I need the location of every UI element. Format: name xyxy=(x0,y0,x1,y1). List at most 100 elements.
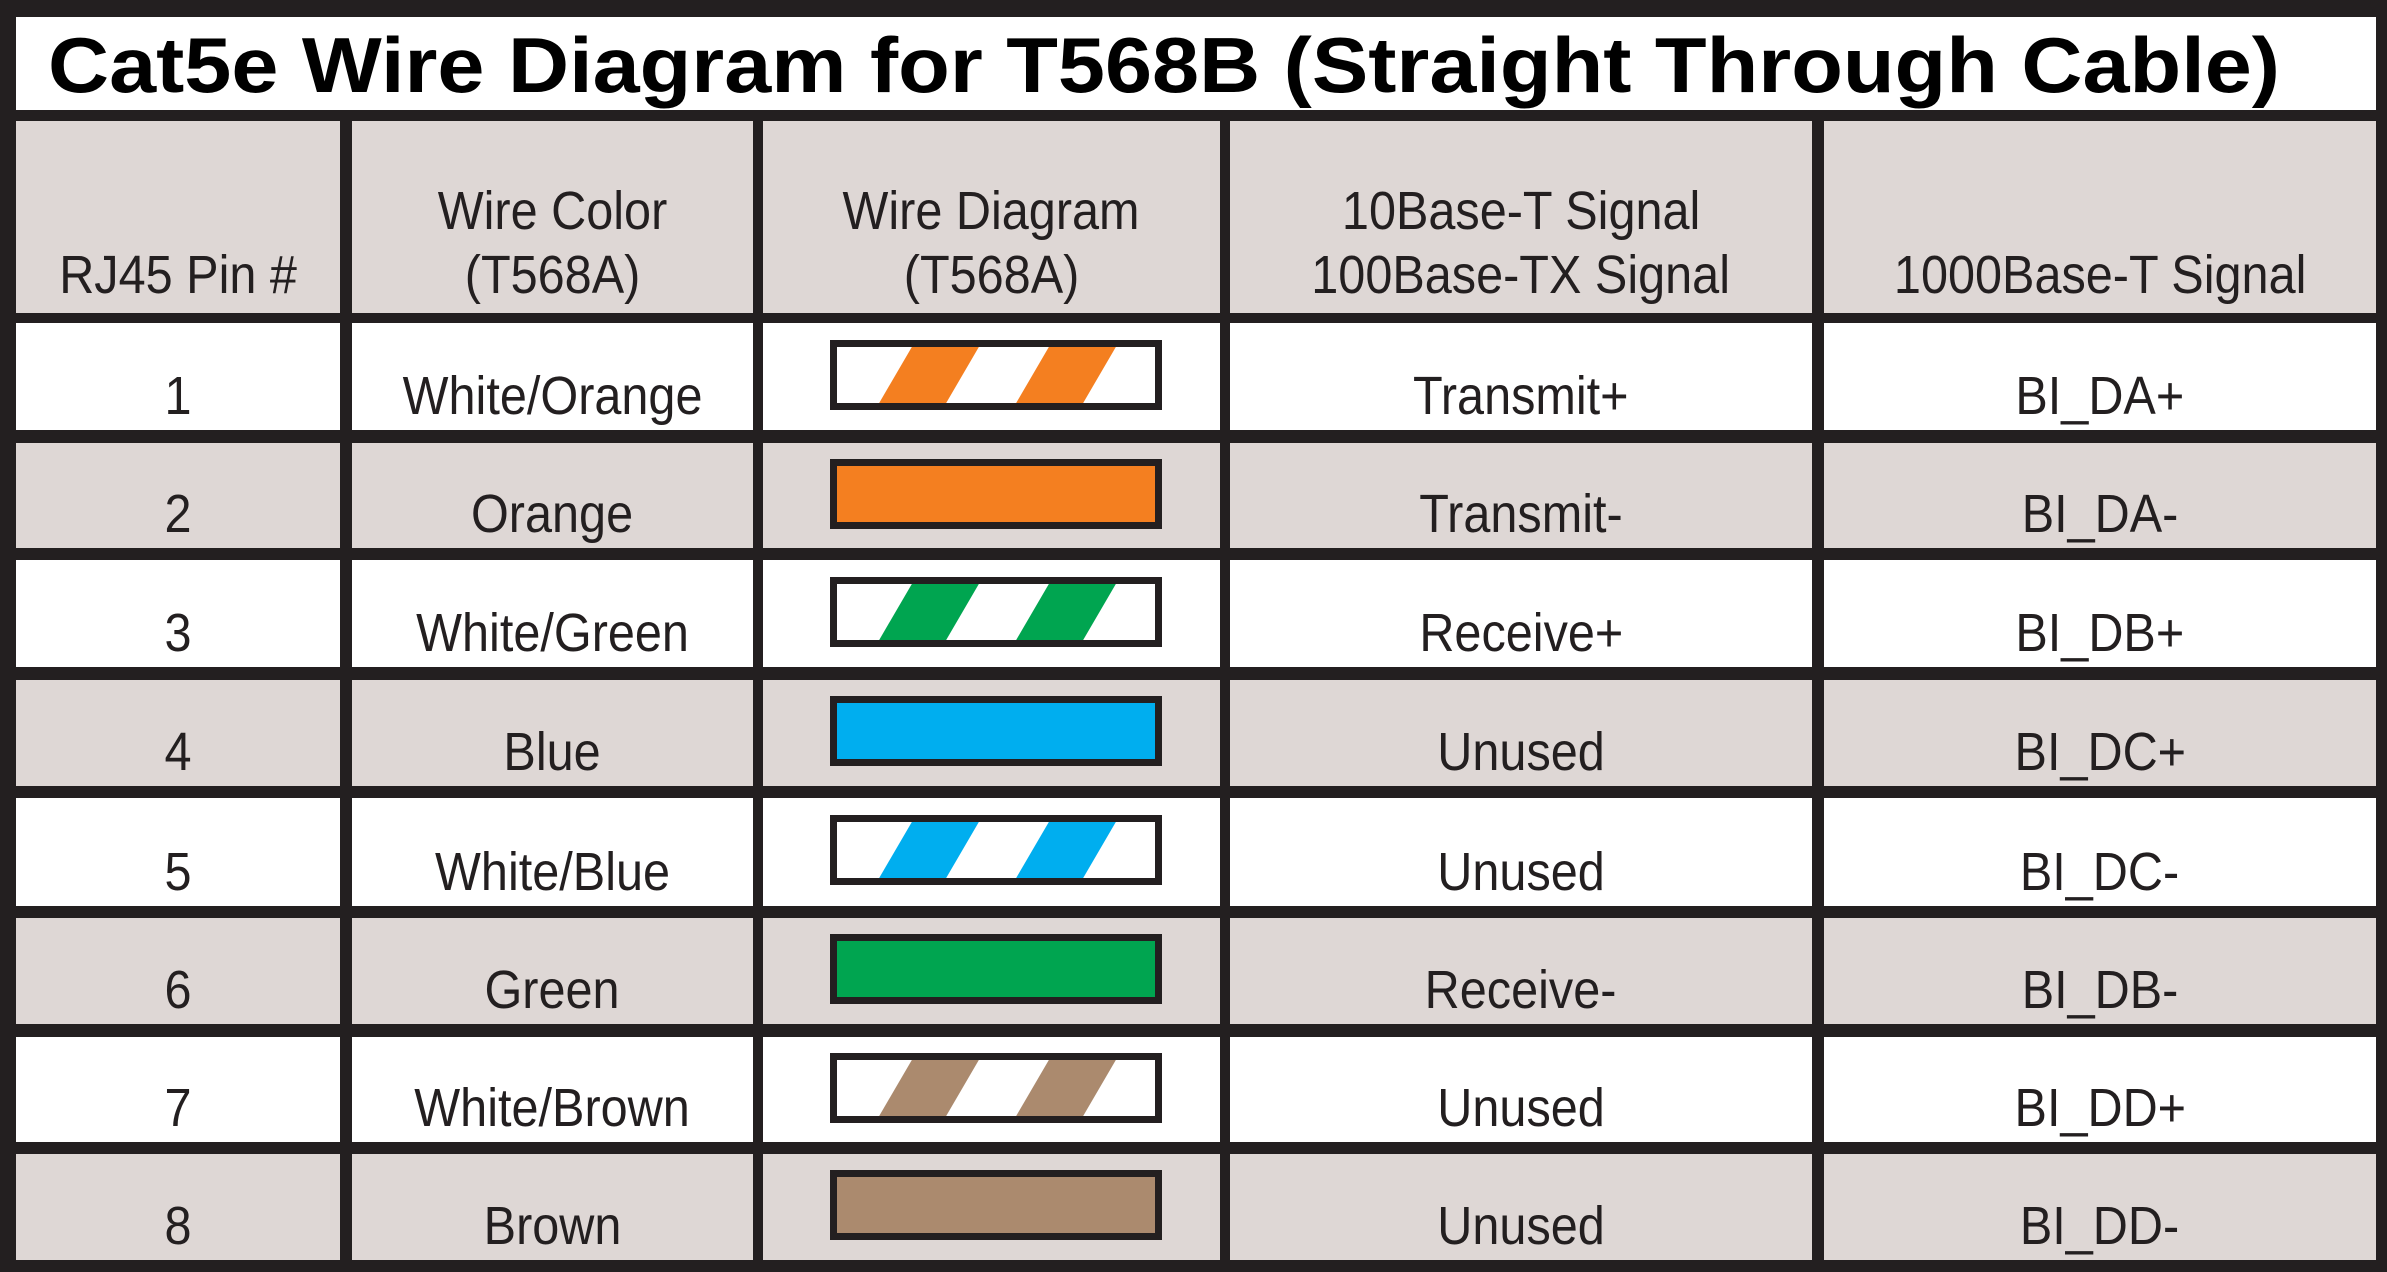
signal-1000-label-text: BI_DD+ xyxy=(2014,1078,2186,1138)
wire-orange-icon xyxy=(830,459,1162,529)
wire-fill xyxy=(835,464,1157,524)
cell-signal-10-100: Receive- xyxy=(1230,918,1812,1024)
signal-10-100-label-text: Receive+ xyxy=(1419,603,1623,663)
signal-1000-label-text: BI_DB+ xyxy=(2015,603,2185,663)
header-line: Wire Diagram xyxy=(842,181,1141,241)
signal-10-100-label-text: Transmit+ xyxy=(1413,366,1629,426)
pin-number: 1 xyxy=(16,364,340,428)
signal-10-100-label: Unused xyxy=(1230,1076,1812,1140)
cell-signal-1000: BI_DA+ xyxy=(1824,323,2376,430)
signal-10-100-label-text: Unused xyxy=(1437,722,1605,782)
header-cell-color: Wire Color (T568A) xyxy=(352,121,753,313)
cell-wire-diagram xyxy=(763,323,1220,430)
header-line: RJ45 Pin # xyxy=(59,245,297,305)
cell-wire-diagram xyxy=(763,918,1220,1024)
signal-10-100-label: Transmit+ xyxy=(1230,364,1812,428)
signal-1000-label-text: BI_DA- xyxy=(2021,484,2179,544)
header-line: (T568A) xyxy=(464,245,641,305)
wire-white-green-icon xyxy=(830,577,1162,647)
page-title: Cat5e Wire Diagram for T568B (Straight T… xyxy=(48,21,2280,109)
cell-pin: 1 xyxy=(16,323,340,430)
cell-signal-10-100: Unused xyxy=(1230,1037,1812,1142)
pin-number: 6 xyxy=(16,958,340,1022)
signal-1000-label: BI_DB+ xyxy=(1824,601,2376,665)
header-line: 10Base-T Signal xyxy=(1341,181,1701,241)
cell-signal-1000: BI_DA- xyxy=(1824,443,2376,548)
cell-wire-color: Brown xyxy=(352,1154,753,1260)
signal-10-100-label-text: Unused xyxy=(1437,842,1605,902)
wire-green-icon xyxy=(830,934,1162,1004)
cell-wire-diagram xyxy=(763,560,1220,667)
signal-10-100-label-text: Receive- xyxy=(1425,960,1617,1020)
header-line: (T568A) xyxy=(903,245,1080,305)
cell-signal-1000: BI_DC+ xyxy=(1824,680,2376,786)
signal-1000-label-text: BI_DD- xyxy=(2020,1196,2180,1256)
pin-number-text: 6 xyxy=(164,960,192,1020)
pin-number: 3 xyxy=(16,601,340,665)
cell-signal-10-100: Receive+ xyxy=(1230,560,1812,667)
cell-wire-diagram xyxy=(763,1154,1220,1260)
cell-wire-color: White/Green xyxy=(352,560,753,667)
wire-brown-icon xyxy=(830,1170,1162,1240)
wire-color-label-text: Green xyxy=(484,960,621,1020)
pin-number: 5 xyxy=(16,840,340,904)
title-box: Cat5e Wire Diagram for T568B (Straight T… xyxy=(16,17,2376,110)
header-label-pin: RJ45 Pin # xyxy=(16,243,340,307)
wire-color-label: Green xyxy=(352,958,753,1022)
wire-blue-icon xyxy=(830,696,1162,766)
cell-wire-diagram xyxy=(763,680,1220,786)
pin-number: 4 xyxy=(16,720,340,784)
pin-number: 7 xyxy=(16,1076,340,1140)
signal-10-100-label-text: Unused xyxy=(1437,1078,1605,1138)
header-label-signal-1000: 1000Base-T Signal xyxy=(1824,243,2376,307)
wire-fill xyxy=(835,939,1157,999)
wire-color-label-text: Orange xyxy=(471,484,634,544)
header-line: Wire Color xyxy=(437,181,668,241)
cell-wire-color: White/Brown xyxy=(352,1037,753,1142)
header-cell-signal-1000: 1000Base-T Signal xyxy=(1824,121,2376,313)
signal-1000-label: BI_DB- xyxy=(1824,958,2376,1022)
header-label-wire: Wire Diagram (T568A) xyxy=(763,179,1220,307)
wire-diagram-page: Cat5e Wire Diagram for T568B (Straight T… xyxy=(0,0,2387,1272)
wire-color-label: White/Orange xyxy=(352,364,753,428)
pin-number-text: 1 xyxy=(164,366,192,426)
pin-number-text: 7 xyxy=(164,1078,192,1138)
header-line: 100Base-TX Signal xyxy=(1311,245,1731,305)
signal-1000-label: BI_DA+ xyxy=(1824,364,2376,428)
pin-number-text: 5 xyxy=(164,842,192,902)
wire-white-brown-icon xyxy=(830,1053,1162,1123)
cell-signal-10-100: Unused xyxy=(1230,680,1812,786)
cell-wire-color: White/Orange xyxy=(352,323,753,430)
header-cell-pin: RJ45 Pin # xyxy=(16,121,340,313)
header-cell-signal-10-100: 10Base-T Signal 100Base-TX Signal xyxy=(1230,121,1812,313)
header-line: 1000Base-T Signal xyxy=(1893,245,2307,305)
pin-number-text: 8 xyxy=(164,1196,192,1256)
wire-color-label-text: White/Brown xyxy=(414,1078,691,1138)
signal-10-100-label-text: Unused xyxy=(1437,1196,1605,1256)
cell-wire-diagram xyxy=(763,443,1220,548)
signal-1000-label-text: BI_DB- xyxy=(2021,960,2179,1020)
wire-fill xyxy=(835,1175,1157,1235)
wire-color-label: White/Blue xyxy=(352,840,753,904)
wire-color-label: Blue xyxy=(352,720,753,784)
cell-signal-1000: BI_DC- xyxy=(1824,798,2376,906)
signal-1000-label: BI_DA- xyxy=(1824,482,2376,546)
signal-10-100-label: Unused xyxy=(1230,1194,1812,1258)
signal-1000-label: BI_DD+ xyxy=(1824,1076,2376,1140)
cell-wire-color: Green xyxy=(352,918,753,1024)
wire-fill xyxy=(835,701,1157,761)
header-cell-wire: Wire Diagram (T568A) xyxy=(763,121,1220,313)
cell-signal-10-100: Unused xyxy=(1230,798,1812,906)
wire-color-label-text: Blue xyxy=(503,722,602,782)
pin-number-text: 4 xyxy=(164,722,192,782)
signal-10-100-label: Unused xyxy=(1230,720,1812,784)
wire-color-label-text: White/Blue xyxy=(434,842,671,902)
header-label-color: Wire Color (T568A) xyxy=(352,179,753,307)
cell-signal-10-100: Unused xyxy=(1230,1154,1812,1260)
signal-1000-label: BI_DD- xyxy=(1824,1194,2376,1258)
cell-pin: 5 xyxy=(16,798,340,906)
cell-signal-1000: BI_DB- xyxy=(1824,918,2376,1024)
cell-signal-1000: BI_DD+ xyxy=(1824,1037,2376,1142)
wire-color-label-text: Brown xyxy=(483,1196,622,1256)
cell-wire-color: White/Blue xyxy=(352,798,753,906)
